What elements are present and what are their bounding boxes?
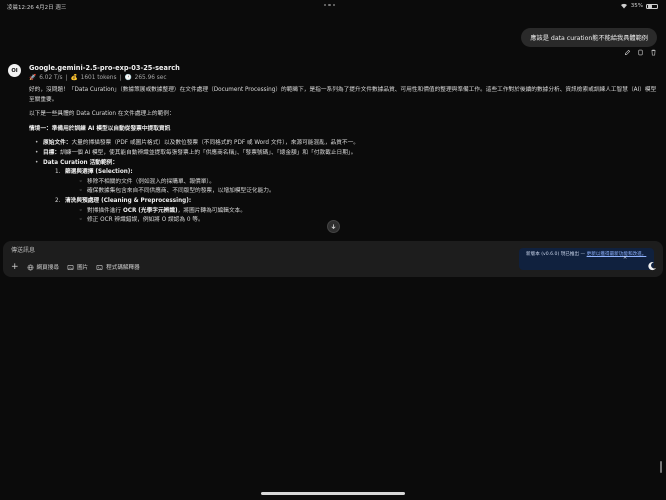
add-icon[interactable]: + — [11, 262, 19, 271]
arrow-down-icon — [331, 224, 336, 230]
status-time-date: 凌晨12:26 4月2日 週三 — [7, 5, 67, 11]
model-name: Google.gemini-2.5-pro-exp-03-25-search — [29, 64, 180, 72]
update-link[interactable]: 更新以獲得最新功能和改進。 — [587, 252, 647, 257]
response-stats: 🚀 6.02 T/s | 💰 1601 tokens | 🕐 265.96 se… — [29, 75, 167, 81]
clock-icon: 🕐 — [124, 75, 132, 81]
scrollbar[interactable] — [660, 461, 662, 473]
close-icon[interactable]: ✕ — [623, 255, 627, 261]
home-indicator[interactable] — [261, 492, 405, 495]
composer-toolbar: + 網頁搜尋 圖片 程式碼解釋器 — [11, 262, 140, 271]
scenario-bullets: 原始文件：大量的掃描發票（PDF 或圖片格式）以及數位發票（不同格式的 PDF … — [35, 139, 659, 225]
terminal-icon — [96, 264, 103, 270]
battery-icon — [646, 3, 658, 9]
multitask-dots[interactable] — [324, 4, 336, 7]
assistant-avatar: OI — [8, 64, 21, 77]
status-right: 35% — [620, 3, 658, 9]
message-input[interactable] — [11, 245, 511, 255]
curation-steps: 1. 篩選與選擇 (Selection): 移除不相關的文件（例如混入的採購單、… — [55, 168, 659, 226]
list-item: 2. 清洗與預處理 (Cleaning & Preprocessing): 對掃… — [55, 197, 659, 226]
moon-icon[interactable] — [647, 261, 657, 271]
list-item: 對掃描件進行 OCR (光學字元辨識)，將圖片轉為可編輯文本。 — [79, 207, 659, 217]
update-toast: 新版本 (v0.6.0) 現已推出 — 更新以獲得最新功能和改進。 — [519, 248, 654, 270]
web-search-toggle[interactable]: 網頁搜尋 — [27, 263, 59, 271]
user-message-bubble: 應該是 data curation能不能給我具體範例 — [521, 28, 657, 47]
globe-icon — [27, 264, 33, 270]
rate-value: 6.02 T/s — [39, 75, 63, 81]
assistant-response: 好的，沒問題！「Data Curation」（數據策展或數據整理）在文件處理（D… — [29, 86, 659, 226]
edit-icon[interactable] — [624, 49, 631, 56]
list-item: Data Curation 活動範例： 1. 篩選與選擇 (Selection)… — [35, 159, 659, 226]
list-item: 確保數據集包含來自不同供應商、不同版型的發票，以增加模型泛化能力。 — [79, 187, 659, 197]
image-upload-button[interactable]: 圖片 — [67, 263, 88, 271]
list-item: 原始文件：大量的掃描發票（PDF 或圖片格式）以及數位發票（不同格式的 PDF … — [35, 139, 659, 149]
code-interpreter-toggle[interactable]: 程式碼解釋器 — [96, 263, 140, 271]
scenario-title: 情境一：準備用於訓練 AI 模型以自動從發票中提取資訊 — [29, 125, 171, 132]
battery-percent: 35% — [630, 3, 643, 9]
list-item: 修正 OCR 辨識錯誤，例如將 O 誤認為 0 等。 — [79, 216, 659, 226]
tokens-value: 1601 tokens — [80, 75, 117, 81]
rocket-icon: 🚀 — [29, 75, 37, 81]
list-item: 移除不相關的文件（例如混入的採購單、報價單）。 — [79, 178, 659, 188]
list-item: 目標：訓練一個 AI 模型，使其能自動辨識並提取每張發票上的「供應商名稱」、「發… — [35, 149, 659, 159]
wifi-icon — [620, 3, 627, 9]
response-intro: 好的，沒問題！「Data Curation」（數據策展或數據整理）在文件處理（D… — [29, 87, 657, 103]
response-lead: 以下是一些具體的 Data Curation 在文件處理上的範例： — [29, 111, 175, 118]
copy-icon[interactable] — [637, 49, 644, 56]
list-item: 1. 篩選與選擇 (Selection): 移除不相關的文件（例如混入的採購單、… — [55, 168, 659, 197]
money-bag-icon: 💰 — [70, 75, 78, 81]
user-message-actions — [624, 49, 657, 56]
status-bar: 凌晨12:26 4月2日 週三 35% — [0, 0, 666, 12]
delete-icon[interactable] — [650, 49, 657, 56]
scroll-to-bottom-button[interactable] — [327, 220, 340, 233]
time-value: 265.96 sec — [134, 75, 167, 81]
image-icon — [67, 264, 74, 270]
